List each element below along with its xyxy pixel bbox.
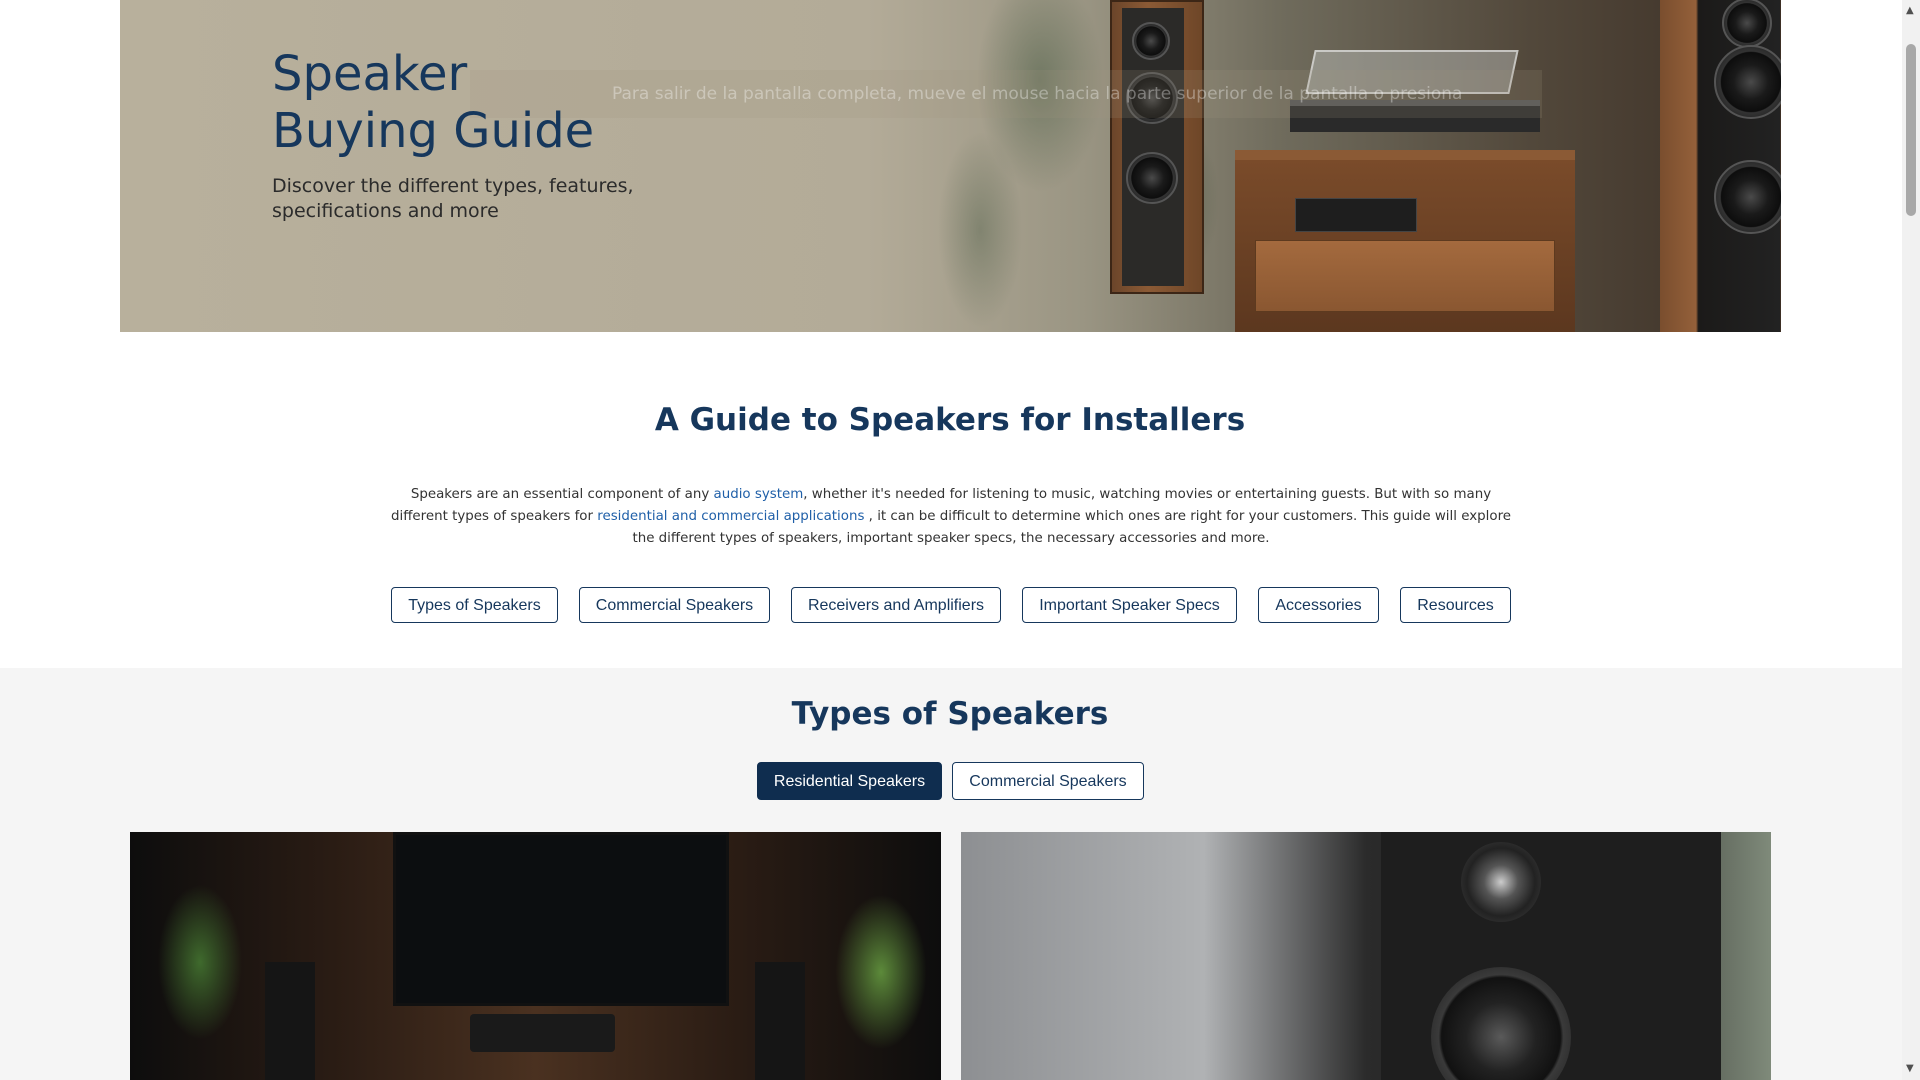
tab-commercial-speakers[interactable]: Commercial Speakers [952,762,1144,800]
hero-speaker-right-image [1660,0,1781,332]
nav-button-important-specs[interactable]: Important Speaker Specs [1022,587,1237,623]
types-title: Types of Speakers [791,696,1109,732]
nav-button-types-of-speakers[interactable]: Types of Speakers [391,587,558,623]
intro-paragraph: Speakers are an essential component of a… [388,484,1514,550]
intro-text-part1: Speakers are an essential component of a… [410,487,714,503]
residential-speakers-image[interactable] [130,832,941,1080]
bookshelf-speaker-image[interactable] [961,832,1771,1080]
hero-cabinet-image [1235,150,1575,332]
nav-button-commercial-speakers[interactable]: Commercial Speakers [579,587,770,623]
hero-banner: Para salir de la pantalla completa, muev… [120,0,1781,332]
scroll-down-arrow-icon[interactable]: ▼ [1906,1064,1914,1074]
residential-commercial-link[interactable]: residential and commercial applications [597,509,864,524]
hero-text-block: Speaker Buying Guide Discover the differ… [272,46,662,224]
hero-plants-image [920,0,1280,332]
audio-system-link[interactable]: audio system [714,487,804,502]
scroll-up-arrow-icon[interactable]: ▲ [1906,6,1914,16]
nav-button-accessories[interactable]: Accessories [1258,587,1379,623]
vertical-scrollbar[interactable]: ▲ ▼ [1902,0,1920,1080]
nav-button-resources[interactable]: Resources [1400,587,1511,623]
tab-residential-speakers[interactable]: Residential Speakers [757,762,942,800]
intro-title: A Guide to Speakers for Installers [654,402,1246,438]
hero-speaker-left-image [1110,0,1204,294]
hero-subtitle: Discover the different types, features, … [272,175,634,222]
scroll-thumb[interactable] [1906,44,1916,216]
hero-title: Speaker Buying Guide [272,46,595,159]
nav-button-receivers-amplifiers[interactable]: Receivers and Amplifiers [791,587,1001,623]
